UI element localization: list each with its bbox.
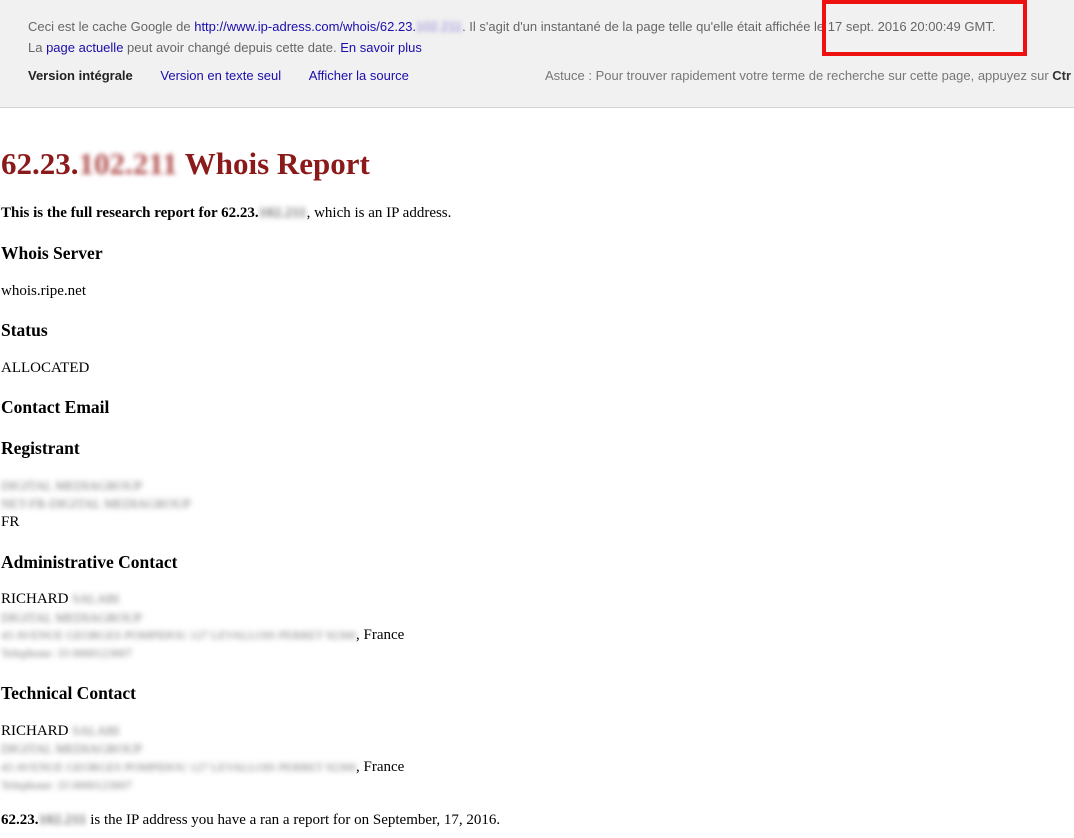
- cache-notice-middle: . Il s'agit d'un instantané de la page t…: [462, 19, 828, 34]
- text-only-version-link[interactable]: Version en texte seul: [160, 68, 281, 83]
- registrant-heading: Registrant: [1, 438, 80, 458]
- admin-contact-heading: Administrative Contact: [1, 552, 178, 572]
- cache-notice-line-2: La page actuelle peut avoir changé depui…: [28, 40, 422, 55]
- current-page-link[interactable]: page actuelle: [46, 40, 123, 55]
- intro-paragraph: This is the full research report for 62.…: [1, 205, 452, 221]
- registrant-line-2: NET-FR-DIGITAL MEDIAGROUP: [1, 496, 191, 511]
- whois-server-heading: Whois Server: [1, 243, 103, 263]
- admin-org: DIGITAL MEDIAGROUP: [1, 610, 143, 625]
- contact-email-heading: Contact Email: [1, 397, 110, 417]
- status-heading: Status: [1, 320, 48, 340]
- intro-redacted: 102.211: [258, 205, 307, 221]
- footer-summary: 62.23.102.211 is the IP address you have…: [1, 812, 501, 828]
- technical-contact-heading: Technical Contact: [1, 683, 136, 703]
- whois-server-value: whois.ripe.net: [1, 283, 86, 299]
- full-version-tab[interactable]: Version intégrale: [28, 68, 133, 83]
- tech-phone: Telephone: 33 0000123007: [1, 778, 133, 792]
- tech-org: DIGITAL MEDIAGROUP: [1, 741, 143, 756]
- admin-name: RICHARD SALABI: [1, 591, 120, 607]
- search-tip: Astuce : Pour trouver rapidement votre t…: [545, 68, 1072, 83]
- tech-address: 43 AVENUE GEORGES POMPIDOU 127 LEVALLOIS…: [1, 759, 405, 775]
- cached-url-redacted: 102.211: [416, 19, 463, 34]
- registrant-country: FR: [1, 514, 20, 530]
- learn-more-link[interactable]: En savoir plus: [340, 40, 422, 55]
- cache-version-nav: Version intégrale Version en texte seul …: [28, 68, 433, 83]
- tech-name: RICHARD SALABI: [1, 723, 120, 739]
- cached-url-link[interactable]: http://www.ip-adress.com/whois/62.23.102…: [194, 19, 462, 34]
- footer-redacted: 102.211: [38, 812, 87, 828]
- page-title: 62.23.102.211 Whois Report: [1, 146, 370, 181]
- admin-address: 43 AVENUE GEORGES POMPIDOU 127 LEVALLOIS…: [1, 627, 405, 643]
- status-value: ALLOCATED: [1, 360, 90, 376]
- tip-key: Ctr: [1052, 68, 1072, 83]
- cache-notice-prefix: Ceci est le cache Google de: [28, 19, 195, 34]
- date-highlight-box: [822, 0, 1027, 56]
- registrant-line-1: DIGITAL MEDIAGROUP: [1, 478, 143, 493]
- admin-phone: Telephone: 33 0000123007: [1, 646, 133, 660]
- title-redacted: 102.211: [78, 146, 178, 181]
- view-source-link[interactable]: Afficher la source: [309, 68, 409, 83]
